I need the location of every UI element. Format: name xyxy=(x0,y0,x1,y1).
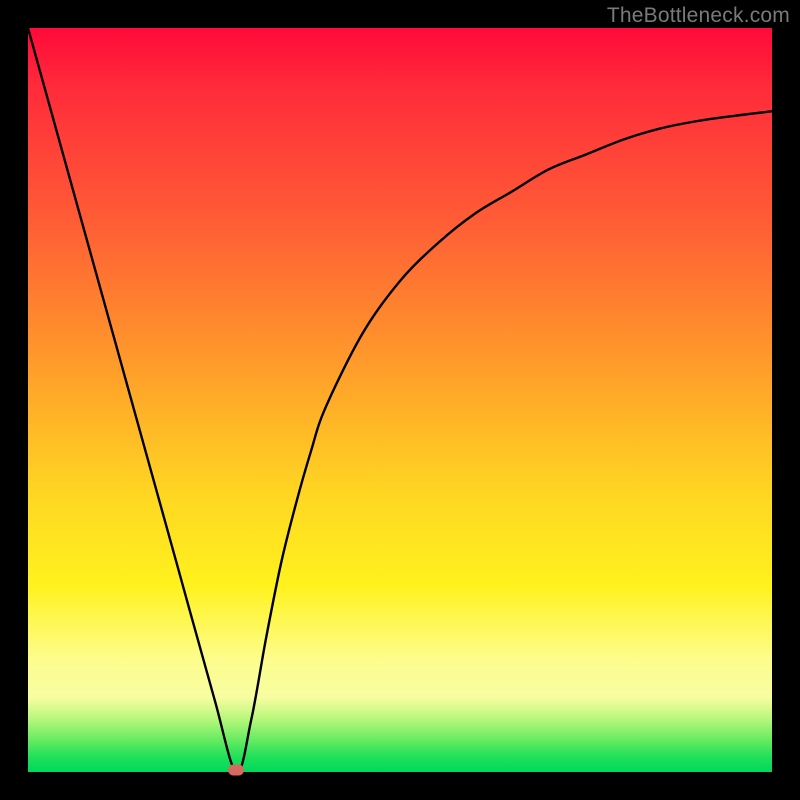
watermark-text: TheBottleneck.com xyxy=(607,4,790,28)
bottleneck-curve xyxy=(28,28,772,772)
curve-minimum-marker xyxy=(228,764,244,775)
chart-plot-area xyxy=(28,28,772,772)
chart-frame: TheBottleneck.com xyxy=(0,0,800,800)
curve-path xyxy=(28,28,772,772)
